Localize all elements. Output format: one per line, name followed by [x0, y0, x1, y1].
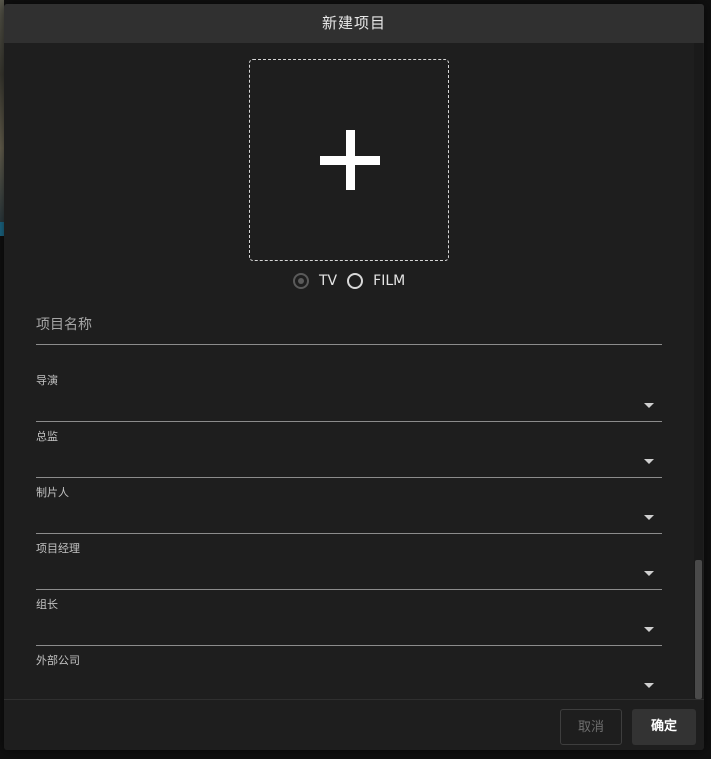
external-company-select[interactable]: 外部公司	[36, 652, 662, 699]
dropdown-arrow-icon[interactable]	[644, 515, 654, 520]
radio-label-film: FILM	[373, 273, 406, 289]
radio-label-tv: TV	[319, 273, 338, 289]
scrollbar-thumb[interactable]	[695, 560, 702, 699]
dialog-footer: 取消 确定	[4, 699, 704, 750]
director-select[interactable]: 导演	[36, 372, 662, 422]
radio-option-film[interactable]: FILM	[347, 273, 405, 289]
producer-select[interactable]: 制片人	[36, 484, 662, 534]
external-company-label: 外部公司	[36, 654, 80, 667]
supervisor-select[interactable]: 总监	[36, 428, 662, 478]
cover-upload-area[interactable]	[249, 59, 449, 261]
dialog-title: 新建项目	[4, 4, 704, 43]
producer-label: 制片人	[36, 486, 69, 499]
dropdown-arrow-icon[interactable]	[644, 403, 654, 408]
dialog-body: TV FILM 导演 总监 制片人 项目经理 组长	[4, 43, 704, 699]
radio-option-tv[interactable]: TV	[293, 273, 337, 289]
project-name-input[interactable]	[36, 312, 636, 338]
project-manager-select[interactable]: 项目经理	[36, 540, 662, 590]
team-lead-label: 组长	[36, 598, 58, 611]
dropdown-arrow-icon[interactable]	[644, 459, 654, 464]
project-type-radio-group: TV FILM	[293, 270, 415, 292]
project-manager-label: 项目经理	[36, 542, 80, 555]
director-label: 导演	[36, 374, 58, 387]
cancel-button[interactable]: 取消	[560, 709, 622, 745]
radio-checked-icon[interactable]	[293, 273, 309, 289]
plus-icon-vertical	[346, 130, 355, 190]
dropdown-arrow-icon[interactable]	[644, 571, 654, 576]
new-project-dialog: 新建项目 TV FILM 导演 总监 制	[4, 4, 704, 750]
team-lead-select[interactable]: 组长	[36, 596, 662, 646]
confirm-button[interactable]: 确定	[632, 709, 696, 745]
dropdown-arrow-icon[interactable]	[644, 627, 654, 632]
project-name-field	[36, 308, 662, 345]
radio-unchecked-icon[interactable]	[347, 273, 364, 289]
dropdown-arrow-icon[interactable]	[644, 683, 654, 688]
supervisor-label: 总监	[36, 430, 58, 443]
dialog-scrollbar[interactable]	[694, 43, 703, 699]
